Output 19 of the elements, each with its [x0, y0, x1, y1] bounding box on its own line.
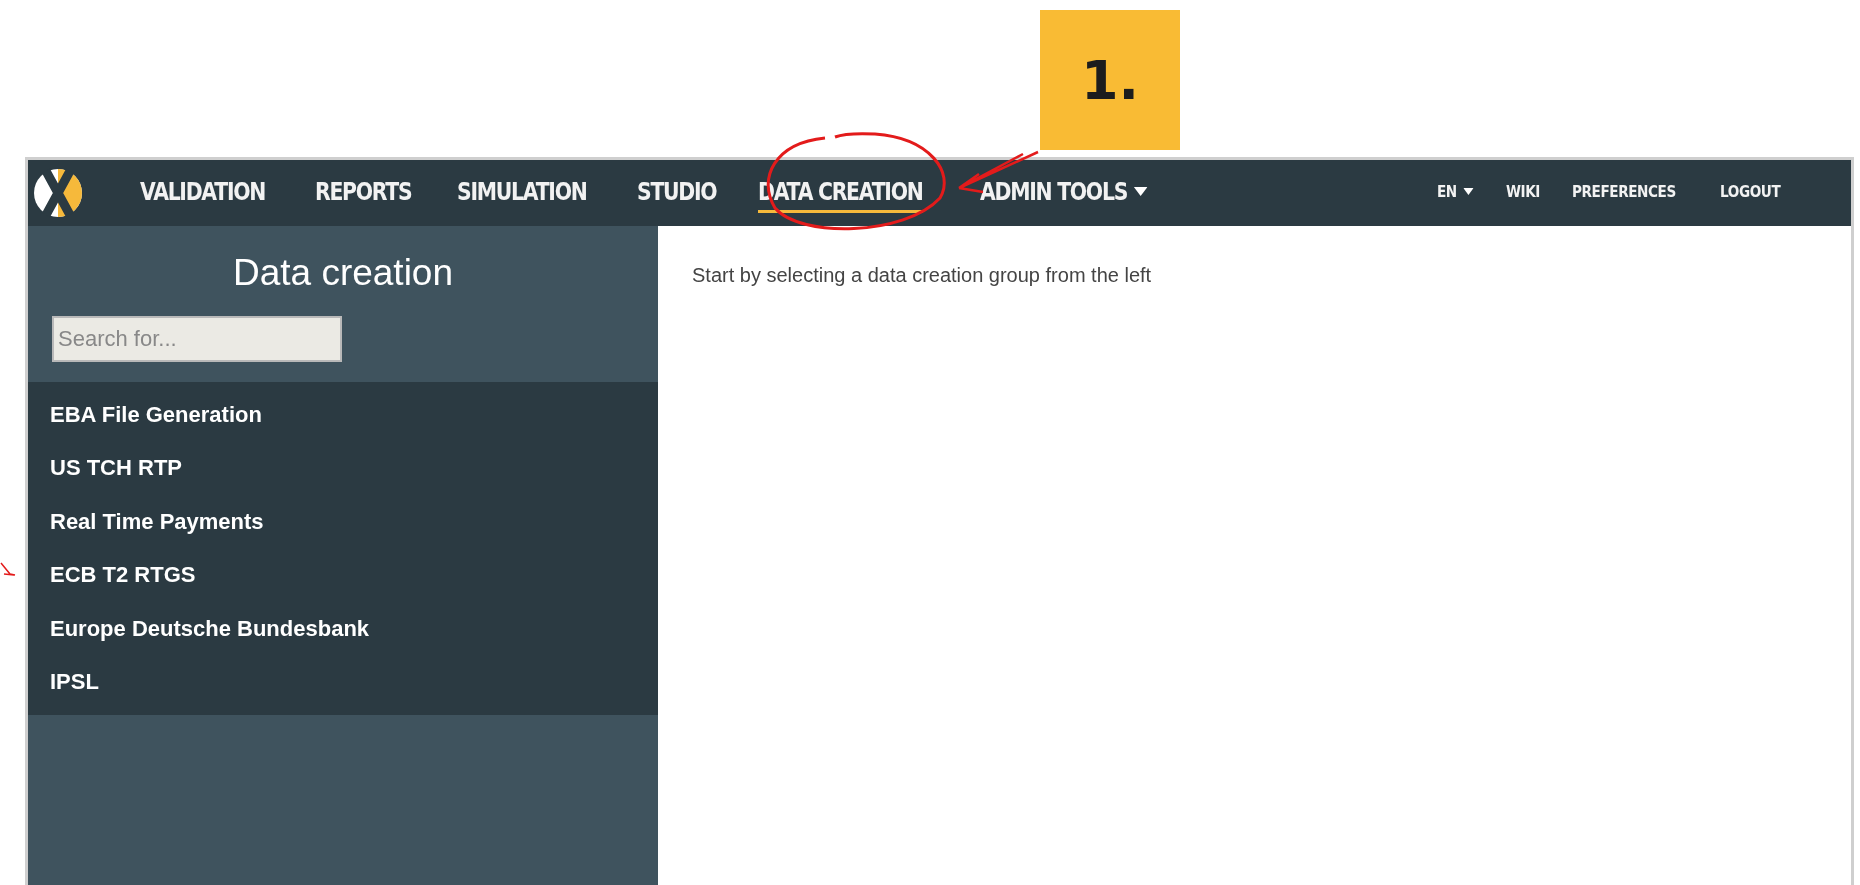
nav-tab[interactable]: ADMIN TOOLS [979, 173, 1148, 213]
hint-text: Start by selecting a data creation group from the left [692, 264, 1153, 287]
nav-tab[interactable]: STUDIO [637, 173, 717, 213]
nav-tab[interactable]: VALIDATION [140, 173, 266, 213]
nav-link[interactable]: PREFERENCES [1571, 178, 1676, 208]
step-badge: 1. [1040, 10, 1180, 150]
group-item[interactable]: ECB T2 RTGS [28, 548, 658, 602]
sidebar-title: Data creation [231, 252, 455, 294]
group-item[interactable]: EBA File Generation [28, 388, 658, 442]
group-item[interactable]: US TCH RTP [28, 441, 658, 495]
nav-link[interactable]: EN [1436, 178, 1474, 208]
search-field[interactable]: Search for... [52, 316, 342, 362]
group-item[interactable]: Real Time Payments [28, 495, 658, 549]
nav-link[interactable]: WIKI [1506, 178, 1540, 208]
nav-link[interactable]: LOGOUT [1720, 178, 1781, 208]
group-item[interactable]: Europe Deutsche Bundesbank [28, 602, 658, 656]
group-item[interactable]: IPSL [28, 655, 658, 709]
nav-tab[interactable]: SIMULATION [456, 173, 587, 213]
nav-tab[interactable]: REPORTS [315, 173, 412, 213]
